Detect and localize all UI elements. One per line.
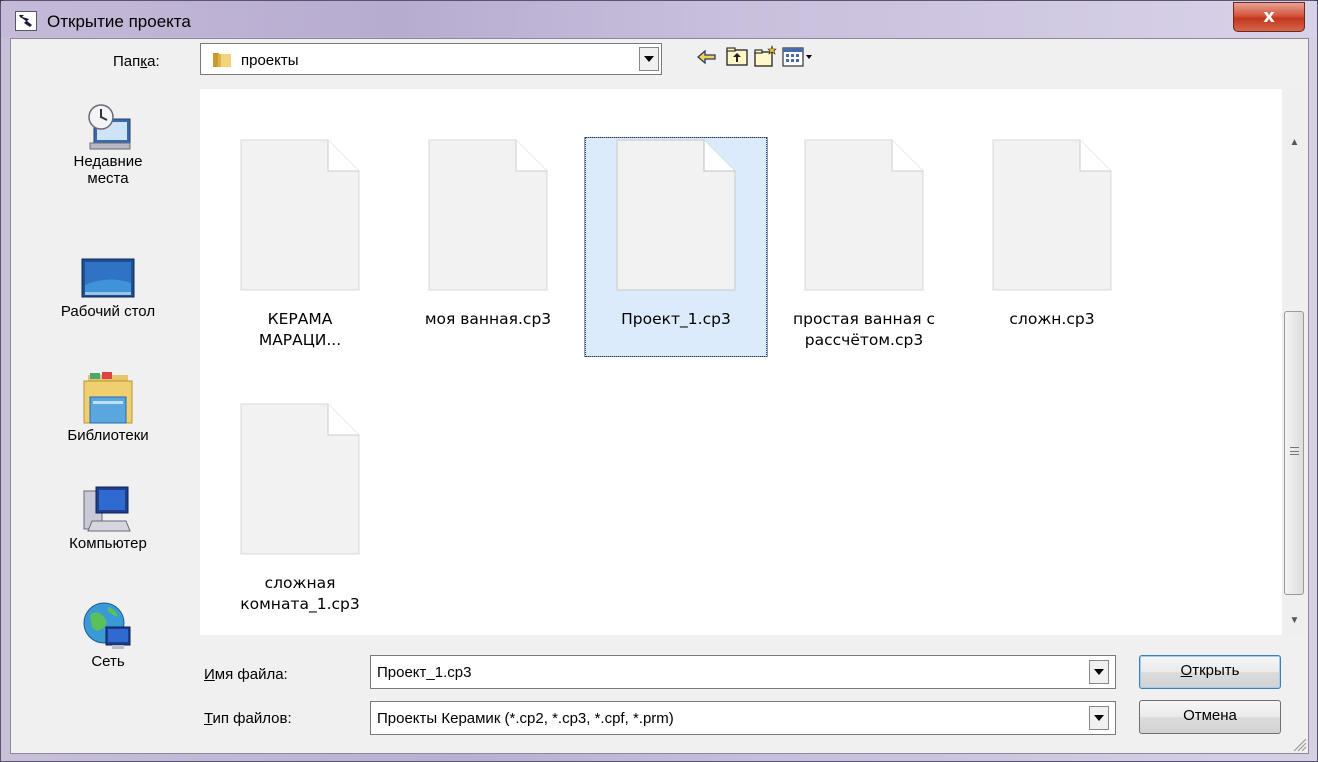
filename-dropdown-button[interactable]	[1089, 660, 1109, 684]
chevron-down-icon	[644, 56, 654, 62]
file-item[interactable]: моя ванная.cp3	[396, 139, 580, 330]
filename-label: Имя файла:	[204, 666, 288, 683]
file-item[interactable]: простая ванная с рассчётом.cp3	[772, 139, 956, 351]
file-item[interactable]: сложная комната_1.cp3	[208, 403, 392, 615]
chevron-down-icon	[1094, 669, 1104, 675]
libraries-icon	[83, 372, 133, 424]
place-desktop[interactable]: Рабочий стол	[30, 257, 186, 320]
open-button[interactable]: Открыть	[1139, 655, 1281, 689]
close-icon: x	[1263, 6, 1275, 27]
document-icon	[992, 139, 1112, 291]
chevron-down-icon	[1094, 715, 1104, 721]
file-list-view[interactable]: КЕРАМА МАРАЦИ... моя ванная.cp3 Проект_1.…	[200, 89, 1282, 635]
close-button[interactable]: x	[1233, 2, 1305, 32]
document-icon	[804, 139, 924, 291]
place-libraries[interactable]: Библиотеки	[30, 367, 186, 444]
lookin-label: Папка:	[113, 53, 160, 70]
recent-places-icon	[88, 104, 131, 150]
scroll-up-arrow-icon[interactable]: ▲	[1282, 133, 1307, 153]
document-icon	[428, 139, 548, 291]
lookin-combo[interactable]: проекты	[200, 43, 662, 75]
title-bar[interactable]: Открытие проекта x	[1, 1, 1317, 37]
filetype-value: Проекты Керамик (*.cp2, *.cp3, *.cpf, *.…	[377, 710, 674, 727]
places-bar: Недавние места Рабочий стол Библиотеки К…	[30, 89, 186, 709]
desktop-icon	[81, 258, 135, 298]
place-network[interactable]: Сеть	[30, 599, 186, 670]
view-menu-icon[interactable]	[781, 45, 815, 69]
network-icon	[83, 602, 131, 649]
document-icon	[240, 403, 360, 555]
resize-grip-icon[interactable]	[1291, 736, 1307, 752]
cancel-button[interactable]: Отмена	[1139, 700, 1281, 734]
filename-field[interactable]: Проект_1.cp3	[370, 655, 1116, 689]
file-item[interactable]: сложн.cp3	[960, 139, 1144, 330]
back-arrow-icon[interactable]	[695, 45, 719, 69]
app-icon	[15, 11, 37, 31]
scroll-down-arrow-icon[interactable]: ▼	[1282, 611, 1307, 631]
file-item[interactable]: КЕРАМА МАРАЦИ...	[208, 139, 392, 351]
new-folder-icon[interactable]	[753, 45, 777, 69]
filetype-dropdown-button[interactable]	[1089, 706, 1109, 730]
place-recent[interactable]: Недавние места	[30, 101, 186, 187]
scroll-thumb[interactable]	[1284, 311, 1304, 595]
lookin-dropdown-button[interactable]	[639, 47, 659, 71]
folder-icon	[213, 53, 231, 67]
place-computer[interactable]: Компьютер	[30, 485, 186, 552]
vertical-scrollbar[interactable]: ▲ ▼	[1282, 89, 1307, 635]
file-item-selected[interactable]: Проект_1.cp3	[584, 137, 768, 357]
filetype-label: Тип файлов:	[204, 710, 292, 727]
window-title: Открытие проекта	[47, 12, 191, 31]
open-project-dialog: Открытие проекта x Папка: проекты Недавн…	[0, 0, 1318, 762]
document-icon	[616, 139, 736, 291]
filetype-combo[interactable]: Проекты Керамик (*.cp2, *.cp3, *.cpf, *.…	[370, 701, 1116, 735]
computer-icon	[83, 486, 131, 532]
grip-icon	[1290, 447, 1299, 455]
document-icon	[240, 139, 360, 291]
up-folder-icon[interactable]	[725, 45, 749, 69]
filename-value[interactable]: Проект_1.cp3	[377, 664, 471, 681]
lookin-value: проекты	[241, 52, 299, 69]
